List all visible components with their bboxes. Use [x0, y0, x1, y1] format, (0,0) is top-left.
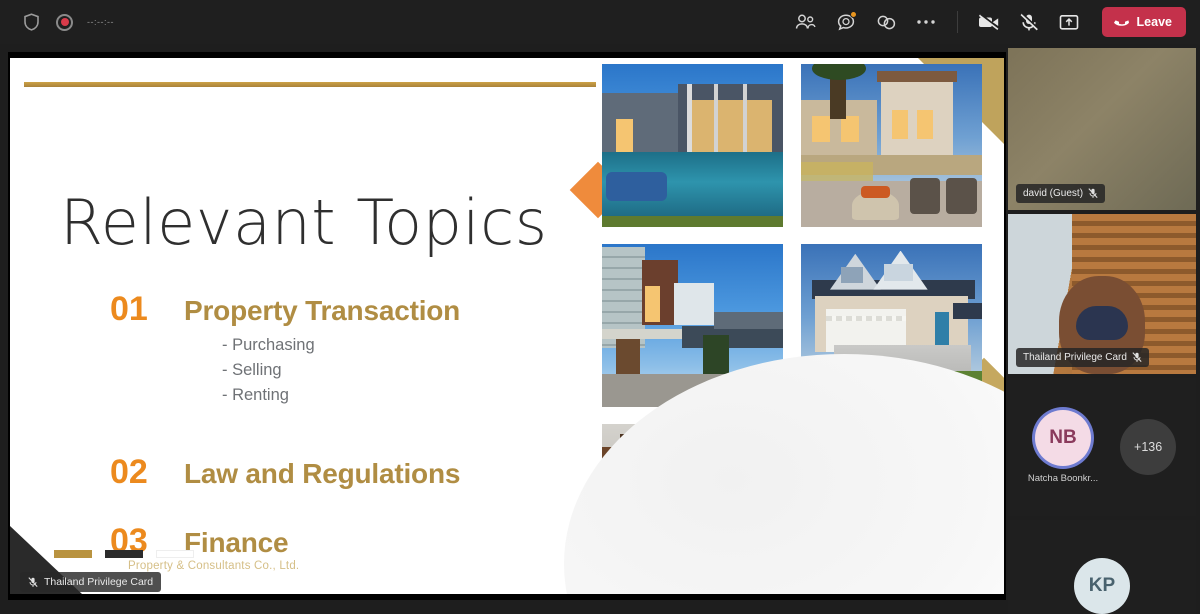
leave-label: Leave — [1136, 15, 1172, 29]
slide-bar-marks — [54, 550, 194, 558]
participant-tile-avatars[interactable]: NB Natcha Boonkr... +136 — [1008, 378, 1196, 516]
toolbar-right-group: Leave — [789, 7, 1200, 37]
topic-subitem: - Purchasing — [222, 336, 315, 354]
participant-roster: david (Guest) Thailand Privilege Card NB… — [1008, 48, 1196, 614]
dark-diamond-decoration — [573, 551, 631, 594]
topic-item: 02 Law and Regulations — [110, 453, 580, 492]
share-screen-icon[interactable] — [1052, 7, 1086, 37]
hangup-icon — [1113, 20, 1129, 26]
teams-meeting-window: --:--:-- Leave Relevant Topics 01 Proper… — [0, 0, 1200, 614]
topic-label: Law and Regulations — [184, 458, 461, 490]
avatar-row: KP — [1008, 520, 1196, 614]
participant-tile-video[interactable]: Thailand Privilege Card — [1008, 214, 1196, 374]
mic-off-icon — [1132, 352, 1142, 362]
bar-mark-white — [156, 550, 194, 558]
bar-mark-dark — [105, 550, 143, 558]
shared-content-presenter-chip: Thailand Privilege Card — [20, 572, 162, 592]
more-options-icon[interactable] — [909, 7, 943, 37]
slide-title: Relevant Topics — [60, 186, 548, 259]
shared-content-stage[interactable]: Relevant Topics 01 Property Transaction … — [8, 52, 1006, 600]
topic-label: Property Transaction — [184, 295, 461, 326]
participant-name: david (Guest) — [1023, 188, 1084, 199]
participant-tile-avatar[interactable]: KP — [1008, 520, 1196, 614]
toolbar-left-group: --:--:-- — [0, 11, 114, 33]
participant-face-mask — [1076, 306, 1128, 340]
shield-icon — [20, 11, 42, 33]
mic-off-icon — [28, 576, 38, 587]
record-indicator-icon — [56, 13, 73, 31]
presentation-slide: Relevant Topics 01 Property Transaction … — [10, 58, 1004, 594]
shared-content-presenter-name: Thailand Privilege Card — [44, 576, 154, 588]
slide-image-contemporary-home-entry — [602, 244, 783, 407]
avatar: NB — [1034, 410, 1091, 466]
toolbar-divider — [956, 11, 958, 33]
participant-name-chip: Thailand Privilege Card — [1016, 348, 1149, 367]
participant-tile-video[interactable]: david (Guest) — [1008, 48, 1196, 210]
chat-icon[interactable] — [829, 7, 863, 37]
slide-image-modern-house-pool-dusk — [602, 64, 783, 227]
camera-off-icon[interactable] — [972, 7, 1006, 37]
reactions-icon[interactable] — [869, 7, 903, 37]
record-timer: --:--:-- — [87, 17, 114, 27]
avatar-row: NB Natcha Boonkr... +136 — [1008, 378, 1196, 516]
topic-list: 01 Property Transaction - Purchasing - S… — [110, 290, 580, 561]
slide-footnote: Property & Consultants Co., Ltd. — [128, 560, 300, 572]
mic-off-icon[interactable] — [1012, 7, 1046, 37]
overflow-count-badge: +136 — [1120, 419, 1177, 475]
topic-number: 01 — [110, 290, 148, 328]
slide-image-mediterranean-villa-patio — [801, 64, 982, 227]
slide-image-suburban-two-story-garage — [801, 244, 982, 407]
slide-image-grid — [602, 58, 998, 594]
bar-mark-gold — [54, 550, 92, 558]
meeting-toolbar: --:--:-- Leave — [0, 0, 1200, 44]
slide-image-lodge-resort-pool-night — [602, 424, 783, 587]
slide-image-white-modern-villa-pool-night — [801, 424, 982, 587]
topic-label: Finance — [184, 527, 289, 559]
topic-subitem: - Selling — [222, 360, 282, 379]
participant-avatar-item[interactable]: NB Natcha Boonkr... — [1028, 410, 1098, 484]
participant-name-chip: david (Guest) — [1016, 184, 1106, 203]
topic-subitems: - Purchasing - Selling - Renting — [222, 333, 580, 407]
gold-rule-decoration — [24, 82, 596, 87]
participant-name: Natcha Boonkr... — [1027, 473, 1099, 484]
topic-number: 02 — [110, 453, 148, 492]
participant-overflow-item[interactable]: +136 — [1120, 419, 1177, 475]
leave-button[interactable]: Leave — [1101, 7, 1186, 37]
chat-unread-badge — [849, 11, 857, 18]
topic-item: 01 Property Transaction — [110, 290, 580, 329]
people-icon[interactable] — [789, 7, 823, 37]
mic-off-icon — [1088, 188, 1098, 198]
participant-avatar-item[interactable]: KP — [1074, 558, 1130, 614]
participant-name: Thailand Privilege Card — [1023, 352, 1127, 363]
topic-subitem: - Renting — [222, 385, 289, 404]
avatar: KP — [1074, 558, 1130, 614]
